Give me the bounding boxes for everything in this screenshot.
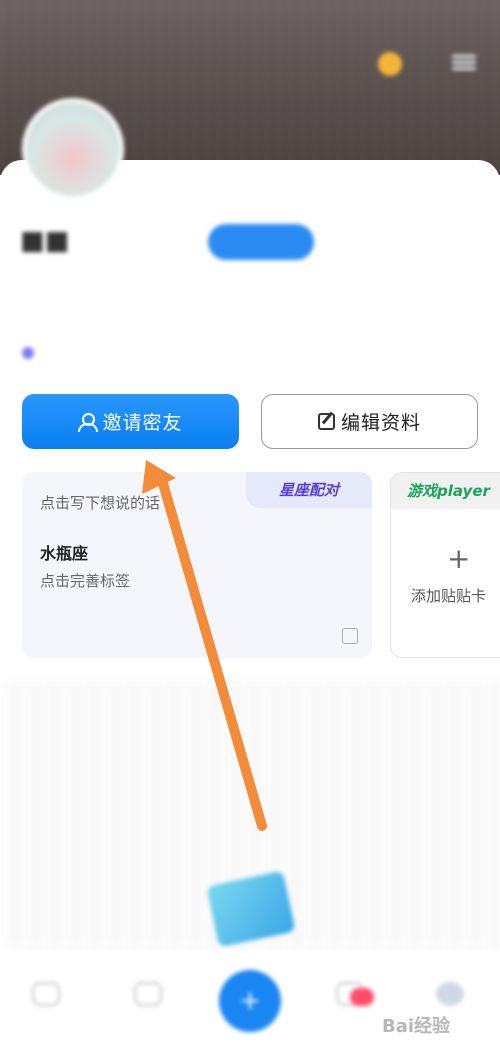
plus-icon[interactable]: + <box>447 545 470 573</box>
game-card-header: 游戏player <box>391 473 500 509</box>
zodiac-name: 水瓶座 <box>40 544 89 563</box>
zodiac-card-header: 星座配对 <box>246 472 372 508</box>
profile-tags <box>22 345 40 359</box>
zodiac-card[interactable]: 星座配对 点击写下想说的话 水瓶座 点击完善标签 <box>22 472 372 658</box>
edit-profile-button[interactable]: 编辑资料 <box>261 394 478 449</box>
edit-icon[interactable] <box>342 628 358 644</box>
invite-friend-button[interactable]: 邀请密友 <box>22 394 239 449</box>
game-player-card[interactable]: 游戏player + 添加贴贴卡 <box>390 472 500 658</box>
tab-home[interactable] <box>16 982 76 1012</box>
create-post-button[interactable]: + <box>219 970 281 1032</box>
status-bar <box>0 0 500 36</box>
avatar[interactable] <box>22 98 124 200</box>
invite-friend-label: 邀请密友 <box>102 412 183 434</box>
coin-icon[interactable] <box>378 52 402 76</box>
card-prompt[interactable]: 点击写下想说的话 <box>40 492 160 513</box>
status-badge[interactable] <box>208 224 314 260</box>
add-sticker-label[interactable]: 添加贴贴卡 <box>411 585 486 606</box>
message-icon <box>134 982 162 1006</box>
person-icon <box>78 412 99 432</box>
notification-badge <box>350 988 374 1006</box>
menu-icon[interactable] <box>452 52 476 74</box>
profile-icon <box>436 982 464 1006</box>
username: ■■ <box>20 226 70 256</box>
baidu-jingyan-watermark: Bai经验 <box>382 1016 451 1037</box>
tab-me[interactable] <box>420 982 480 1012</box>
edit-icon <box>317 413 335 430</box>
tag-dot-icon <box>22 346 34 359</box>
tab-messages[interactable] <box>118 982 178 1012</box>
tab-discover[interactable] <box>320 982 380 1012</box>
home-icon <box>32 982 60 1006</box>
zodiac-tag-prompt[interactable]: 点击完善标签 <box>40 570 130 591</box>
edit-profile-label: 编辑资料 <box>340 412 421 434</box>
